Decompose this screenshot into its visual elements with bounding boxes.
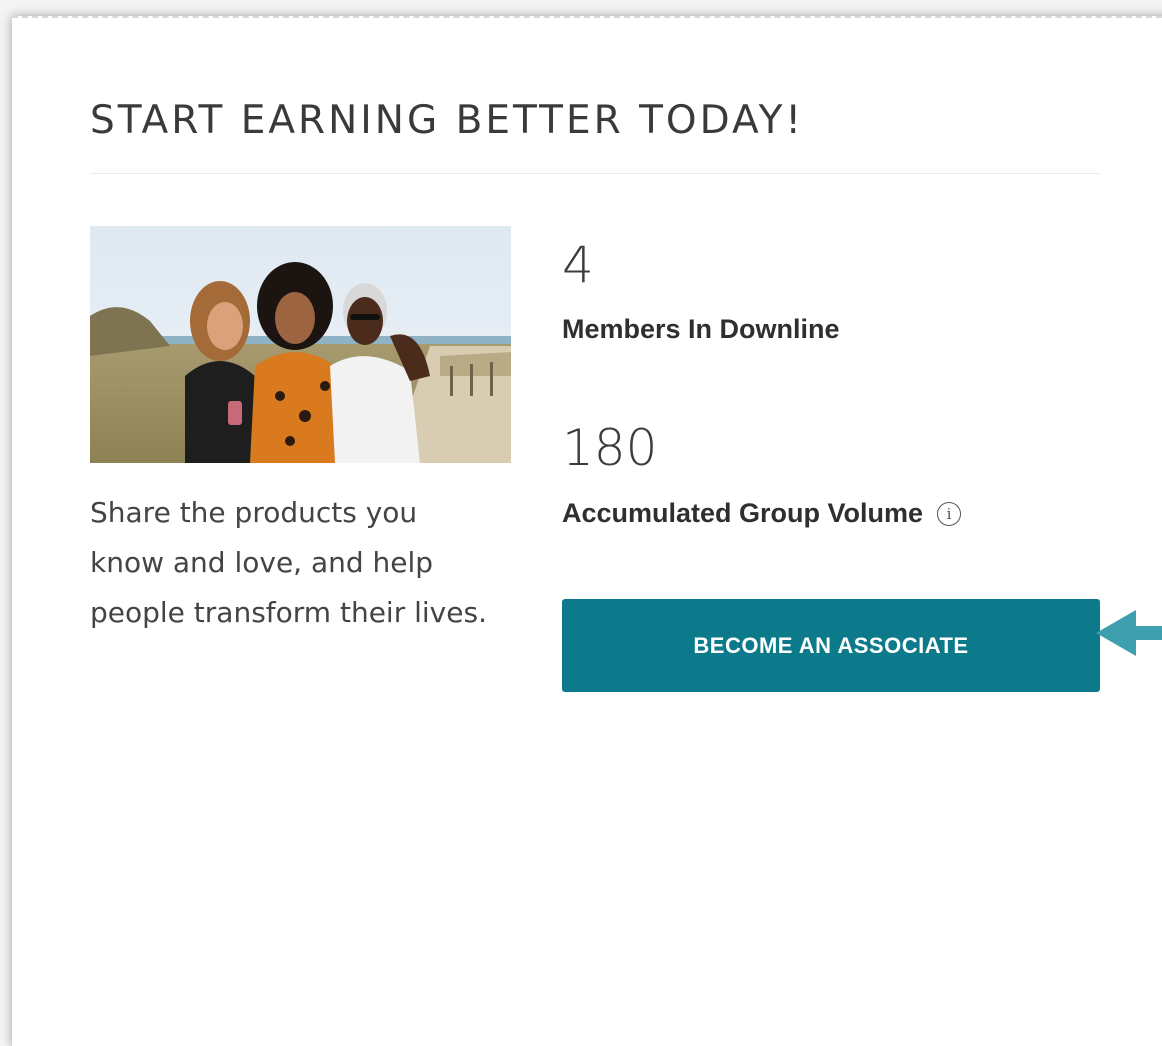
info-icon[interactable]: i [937,501,962,526]
earning-card: START EARNING BETTER TODAY! Share the pr… [12,16,1162,1046]
members-label: Members In Downline [562,314,840,345]
card-blurb: Share the products you know and love, an… [90,496,487,629]
group-volume-label-text: Accumulated Group Volume [562,498,924,528]
arrow-left-icon [1096,610,1162,656]
members-count: 4 [562,236,594,294]
title-divider [90,173,1100,174]
members-label-text: Members In Downline [562,314,840,344]
become-associate-button[interactable]: BECOME AN ASSOCIATE [562,599,1100,692]
hero-image [90,226,511,463]
card-title: START EARNING BETTER TODAY! [90,98,805,143]
group-volume-label: Accumulated Group Volume i [562,498,962,529]
group-volume-value: 180 [562,419,658,477]
